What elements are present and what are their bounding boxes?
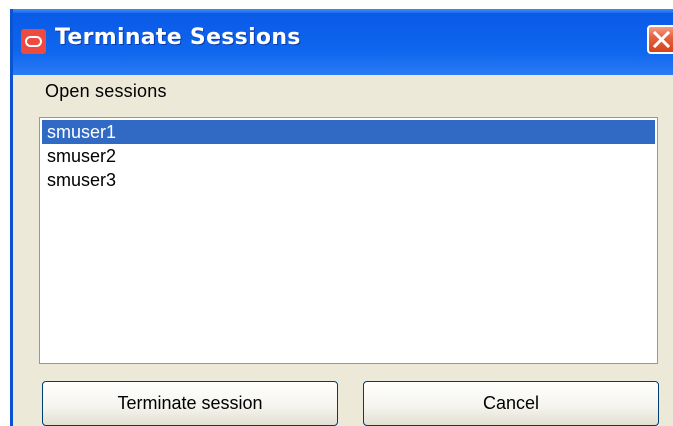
cancel-button[interactable]: Cancel [363, 381, 659, 426]
close-button[interactable] [647, 25, 673, 54]
title-bar[interactable]: Terminate Sessions [13, 9, 673, 75]
open-sessions-label: Open sessions [45, 81, 167, 101]
sessions-listbox[interactable]: smuser1 smuser2 smuser3 [39, 117, 658, 364]
session-item-smuser3[interactable]: smuser3 [42, 168, 655, 192]
session-item-smuser1[interactable]: smuser1 [42, 120, 655, 144]
terminate-session-button[interactable]: Terminate session [42, 381, 338, 426]
window-title: Terminate Sessions [55, 25, 301, 50]
session-item-smuser2[interactable]: smuser2 [42, 144, 655, 168]
oracle-icon [21, 29, 46, 54]
terminate-sessions-dialog: Terminate Sessions Open sessions smuser1… [10, 9, 673, 426]
close-icon [653, 31, 670, 48]
